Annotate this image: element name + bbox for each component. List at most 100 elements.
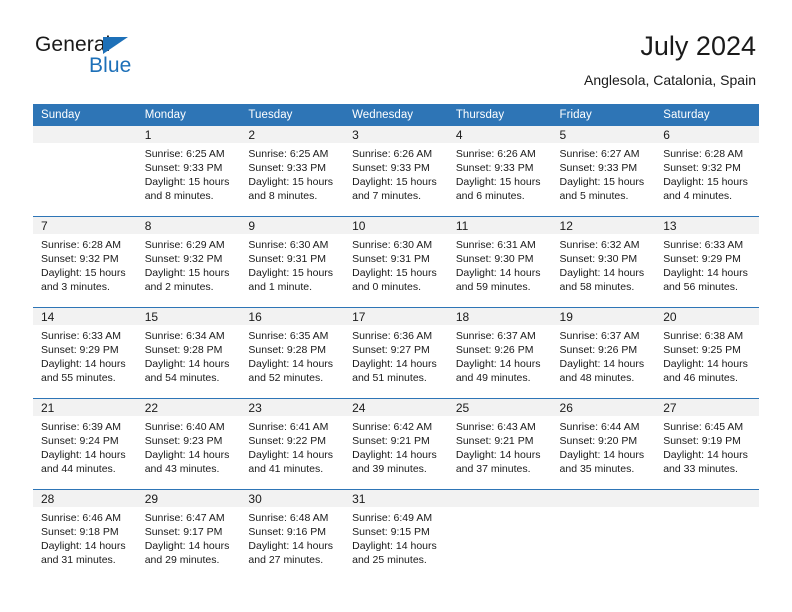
calendar-cell: 4 Sunrise: 6:26 AM Sunset: 9:33 PM Daylight… xyxy=(447,126,552,217)
day-cell[interactable]: 21 Sunrise: 6:39 AM Sunset: 9:24 PM Dayligh… xyxy=(33,399,137,489)
day-cell[interactable]: 24 Sunrise: 6:42 AM Sunset: 9:21 PM Dayligh… xyxy=(344,399,448,489)
daylight-text-cont: and 51 minutes. xyxy=(352,372,427,384)
day-cell[interactable]: 20 Sunrise: 6:38 AM Sunset: 9:25 PM Dayligh… xyxy=(655,308,759,398)
day-cell[interactable]: 9 Sunrise: 6:30 AM Sunset: 9:31 PM Daylight… xyxy=(240,217,345,307)
day-cell[interactable]: 6 Sunrise: 6:28 AM Sunset: 9:32 PM Daylight… xyxy=(655,126,759,216)
sunrise-text: Sunrise: 6:45 AM xyxy=(663,421,744,433)
day-cell[interactable]: 13 Sunrise: 6:33 AM Sunset: 9:29 PM Dayligh… xyxy=(655,217,759,307)
sunset-text: Sunset: 9:26 PM xyxy=(455,344,534,356)
sunset-text: Sunset: 9:22 PM xyxy=(248,435,327,447)
sunrise-text: Sunrise: 6:26 AM xyxy=(352,148,433,160)
daylight-text: Daylight: 14 hours xyxy=(455,358,541,370)
calendar-cell: 21 Sunrise: 6:39 AM Sunset: 9:24 PM Dayligh… xyxy=(33,398,137,490)
calendar-cell: 6 Sunrise: 6:28 AM Sunset: 9:32 PM Daylight… xyxy=(655,126,759,217)
calendar-week-row: 21 Sunrise: 6:39 AM Sunset: 9:24 PM Dayligh… xyxy=(33,398,759,490)
day-details: Sunrise: 6:25 AM Sunset: 9:33 PM Daylight:… xyxy=(240,143,344,203)
day-cell[interactable]: 8 Sunrise: 6:29 AM Sunset: 9:32 PM Daylight… xyxy=(136,217,241,307)
sunrise-text: Sunrise: 6:30 AM xyxy=(352,239,433,251)
daylight-text: Daylight: 14 hours xyxy=(248,540,334,552)
daylight-text-cont: and 3 minutes. xyxy=(41,281,110,293)
daylight-text-cont: and 27 minutes. xyxy=(248,554,324,566)
day-cell[interactable]: 18 Sunrise: 6:37 AM Sunset: 9:26 PM Dayligh… xyxy=(447,308,552,398)
sunrise-text: Sunrise: 6:34 AM xyxy=(144,330,225,342)
weekday-header-monday: Monday xyxy=(136,104,241,126)
calendar-cell: 1 Sunrise: 6:25 AM Sunset: 9:33 PM Daylight… xyxy=(136,126,241,217)
day-cell[interactable]: 12 Sunrise: 6:32 AM Sunset: 9:30 PM Dayligh… xyxy=(551,217,656,307)
day-cell[interactable]: 19 Sunrise: 6:37 AM Sunset: 9:26 PM Dayligh… xyxy=(551,308,656,398)
day-details: Sunrise: 6:29 AM Sunset: 9:32 PM Daylight:… xyxy=(137,234,241,294)
day-cell[interactable]: 11 Sunrise: 6:31 AM Sunset: 9:30 PM Dayligh… xyxy=(447,217,552,307)
day-cell[interactable]: 29 Sunrise: 6:47 AM Sunset: 9:17 PM Dayligh… xyxy=(136,490,241,580)
calendar-cell: 18 Sunrise: 6:37 AM Sunset: 9:26 PM Dayligh… xyxy=(447,307,552,399)
day-details: Sunrise: 6:37 AM Sunset: 9:26 PM Daylight:… xyxy=(448,325,552,385)
weekday-header-thursday: Thursday xyxy=(447,104,552,126)
calendar-cell: 3 Sunrise: 6:26 AM Sunset: 9:33 PM Daylight… xyxy=(344,126,448,217)
day-number: 3 xyxy=(344,126,448,143)
day-details: Sunrise: 6:41 AM Sunset: 9:22 PM Daylight:… xyxy=(240,416,344,476)
daylight-text-cont: and 2 minutes. xyxy=(144,281,214,293)
day-details: Sunrise: 6:43 AM Sunset: 9:21 PM Daylight:… xyxy=(448,416,552,476)
day-details: Sunrise: 6:25 AM Sunset: 9:33 PM Daylight:… xyxy=(137,143,241,203)
day-cell[interactable]: 31 Sunrise: 6:49 AM Sunset: 9:15 PM Dayligh… xyxy=(344,490,448,580)
sunset-text: Sunset: 9:21 PM xyxy=(352,435,430,447)
day-cell[interactable]: 7 Sunrise: 6:28 AM Sunset: 9:32 PM Daylight… xyxy=(33,217,137,307)
daylight-text: Daylight: 14 hours xyxy=(559,267,645,279)
weekday-header-row: Sunday Monday Tuesday Wednesday Thursday… xyxy=(33,104,759,126)
daylight-text: Daylight: 14 hours xyxy=(41,358,126,370)
day-details: Sunrise: 6:33 AM Sunset: 9:29 PM Daylight:… xyxy=(33,325,137,385)
day-number: 11 xyxy=(447,217,552,234)
daylight-text-cont: and 59 minutes. xyxy=(455,281,531,293)
day-details: Sunrise: 6:31 AM Sunset: 9:30 PM Daylight:… xyxy=(448,234,552,294)
day-cell[interactable]: 2 Sunrise: 6:25 AM Sunset: 9:33 PM Daylight… xyxy=(240,126,345,216)
daylight-text: Daylight: 15 hours xyxy=(144,176,230,188)
day-cell[interactable]: 16 Sunrise: 6:35 AM Sunset: 9:28 PM Dayligh… xyxy=(240,308,345,398)
day-cell[interactable]: 17 Sunrise: 6:36 AM Sunset: 9:27 PM Dayligh… xyxy=(344,308,448,398)
sunrise-text: Sunrise: 6:25 AM xyxy=(144,148,225,160)
day-details: Sunrise: 6:34 AM Sunset: 9:28 PM Daylight:… xyxy=(137,325,241,385)
daylight-text: Daylight: 14 hours xyxy=(559,449,645,461)
day-cell[interactable]: 30 Sunrise: 6:48 AM Sunset: 9:16 PM Dayligh… xyxy=(240,490,345,580)
day-cell[interactable]: 5 Sunrise: 6:27 AM Sunset: 9:33 PM Daylight… xyxy=(551,126,656,216)
calendar-cell xyxy=(551,489,656,580)
day-cell[interactable]: 25 Sunrise: 6:43 AM Sunset: 9:21 PM Dayligh… xyxy=(447,399,552,489)
day-cell[interactable]: 3 Sunrise: 6:26 AM Sunset: 9:33 PM Daylight… xyxy=(344,126,448,216)
calendar-week-row: 28 Sunrise: 6:46 AM Sunset: 9:18 PM Dayligh… xyxy=(33,489,759,580)
day-cell[interactable]: 23 Sunrise: 6:41 AM Sunset: 9:22 PM Dayligh… xyxy=(240,399,345,489)
daylight-text-cont: and 58 minutes. xyxy=(559,281,635,293)
sunset-text: Sunset: 9:30 PM xyxy=(455,253,534,265)
day-cell[interactable]: 1 Sunrise: 6:25 AM Sunset: 9:33 PM Daylight… xyxy=(136,126,241,216)
calendar-cell: 24 Sunrise: 6:42 AM Sunset: 9:21 PM Dayligh… xyxy=(344,398,448,490)
daylight-text: Daylight: 15 hours xyxy=(248,267,334,279)
sunset-text: Sunset: 9:24 PM xyxy=(41,435,119,447)
day-cell[interactable]: 10 Sunrise: 6:30 AM Sunset: 9:31 PM Dayligh… xyxy=(344,217,448,307)
calendar-grid: Sunday Monday Tuesday Wednesday Thursday… xyxy=(33,104,759,580)
day-cell[interactable]: 15 Sunrise: 6:34 AM Sunset: 9:28 PM Dayligh… xyxy=(136,308,241,398)
sunrise-text: Sunrise: 6:49 AM xyxy=(352,512,433,524)
day-cell[interactable]: 27 Sunrise: 6:45 AM Sunset: 9:19 PM Dayligh… xyxy=(655,399,759,489)
day-cell[interactable]: 28 Sunrise: 6:46 AM Sunset: 9:18 PM Dayligh… xyxy=(33,490,137,580)
day-details: Sunrise: 6:27 AM Sunset: 9:33 PM Daylight:… xyxy=(552,143,656,203)
sunrise-text: Sunrise: 6:42 AM xyxy=(352,421,433,433)
calendar-cell: 28 Sunrise: 6:46 AM Sunset: 9:18 PM Dayligh… xyxy=(33,489,137,580)
page-header: General Blue July 2024 Anglesola, Catalo… xyxy=(0,0,792,104)
sunset-text: Sunset: 9:32 PM xyxy=(663,162,741,174)
daylight-text-cont: and 56 minutes. xyxy=(663,281,738,293)
day-cell[interactable]: 26 Sunrise: 6:44 AM Sunset: 9:20 PM Dayligh… xyxy=(551,399,656,489)
day-cell[interactable]: 22 Sunrise: 6:40 AM Sunset: 9:23 PM Dayligh… xyxy=(136,399,241,489)
calendar-cell: 14 Sunrise: 6:33 AM Sunset: 9:29 PM Dayligh… xyxy=(33,307,137,399)
sunset-text: Sunset: 9:21 PM xyxy=(455,435,534,447)
sunrise-text: Sunrise: 6:31 AM xyxy=(455,239,536,251)
day-cell[interactable]: 14 Sunrise: 6:33 AM Sunset: 9:29 PM Dayligh… xyxy=(33,308,137,398)
daylight-text: Daylight: 14 hours xyxy=(248,449,334,461)
daylight-text: Daylight: 14 hours xyxy=(663,449,748,461)
day-number: 21 xyxy=(33,399,137,416)
day-number: 17 xyxy=(344,308,448,325)
sunset-text: Sunset: 9:17 PM xyxy=(144,526,223,538)
weekday-header-wednesday: Wednesday xyxy=(344,104,448,126)
day-cell[interactable]: 4 Sunrise: 6:26 AM Sunset: 9:33 PM Daylight… xyxy=(447,126,552,216)
sunset-text: Sunset: 9:15 PM xyxy=(352,526,430,538)
daylight-text-cont: and 1 minute. xyxy=(248,281,313,293)
daylight-text-cont: and 46 minutes. xyxy=(663,372,738,384)
daylight-text-cont: and 29 minutes. xyxy=(144,554,220,566)
sunrise-text: Sunrise: 6:47 AM xyxy=(144,512,225,524)
